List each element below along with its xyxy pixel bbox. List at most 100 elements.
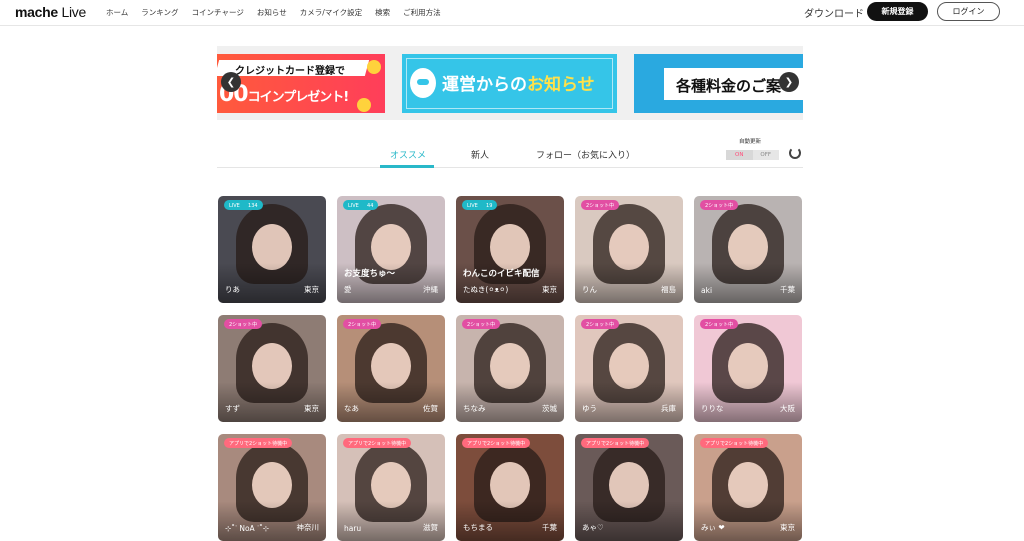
performer-card[interactable]: 2ショット中 なあ 佐賀 xyxy=(337,315,445,422)
performer-card[interactable]: アプリで2ショット待機中 ⊹˚ᐝ NoA ᐝ˚⊹ 神奈川 xyxy=(218,434,326,541)
feed-tabs: オススメ 新人 フォロー（お気に入り） 自動更新 ON OFF xyxy=(217,139,803,168)
performer-card[interactable]: LIVE 19 わんこのイビキ配信 たぬき(⚪︎ᴥ⚪︎) 東京 xyxy=(456,196,564,303)
status-badge: LIVE 19 xyxy=(462,200,498,210)
chevron-left-icon: ❮ xyxy=(226,76,236,88)
card-gradient xyxy=(694,263,802,303)
performer-area: 千葉 xyxy=(542,523,557,532)
nav-news[interactable]: お知らせ xyxy=(257,7,287,18)
banner-credit-card[interactable]: クレジットカード登録で 00コインプレゼント! xyxy=(217,54,385,113)
performer-area: 千葉 xyxy=(780,285,795,294)
nav-coin-charge[interactable]: コインチャージ xyxy=(192,7,244,18)
card-gradient xyxy=(218,263,326,303)
banner-news-b: お知らせ xyxy=(527,75,595,95)
performer-name: ゆう xyxy=(582,404,597,413)
download-link[interactable]: ダウンロード xyxy=(804,5,864,20)
performer-name: あゃ♡ xyxy=(582,523,604,532)
performer-card[interactable]: LIVE 44 お支度ちゅ〜愛 沖縄 xyxy=(337,196,445,303)
status-badge: アプリで2ショット待機中 xyxy=(224,438,293,448)
stream-title: お支度ちゅ〜 xyxy=(344,269,396,279)
banner-pricing[interactable]: 各種料金のご案 xyxy=(634,54,803,113)
carousel-prev-button[interactable]: ❮ xyxy=(221,72,241,92)
performer-area: 東京 xyxy=(304,404,319,413)
auto-refresh-toggle[interactable]: ON OFF xyxy=(726,150,779,160)
performer-area: 佐賀 xyxy=(423,404,438,413)
coin-icon xyxy=(367,60,381,74)
status-badge: 2ショット中 xyxy=(581,319,620,329)
card-gradient xyxy=(218,501,326,541)
performer-name: りん xyxy=(582,285,597,294)
refresh-icon[interactable] xyxy=(789,147,801,159)
performer-name: haru xyxy=(344,524,362,533)
status-badge: 2ショット中 xyxy=(343,319,382,329)
tab-follow[interactable]: フォロー（お気に入り） xyxy=(536,148,635,161)
performer-area: 福島 xyxy=(661,285,676,294)
card-gradient xyxy=(337,382,445,422)
status-badge: 2ショット中 xyxy=(700,200,739,210)
banner-coin-present: コインプレゼント! xyxy=(247,90,350,105)
card-gradient xyxy=(456,382,564,422)
toggle-on[interactable]: ON xyxy=(726,150,753,160)
login-button[interactable]: ログイン xyxy=(937,2,1000,21)
status-badge: アプリで2ショット待機中 xyxy=(581,438,650,448)
performer-name: りあ xyxy=(225,285,240,294)
status-badge: アプリで2ショット待機中 xyxy=(462,438,531,448)
chevron-right-icon: ❯ xyxy=(784,76,794,88)
performer-name: すず xyxy=(225,404,240,413)
active-tab-indicator xyxy=(380,165,434,168)
logo-sub: Live xyxy=(61,4,86,20)
banner-news[interactable]: 運営からのお知らせ xyxy=(402,54,617,113)
performer-card[interactable]: アプリで2ショット待機中 haru 滋賀 xyxy=(337,434,445,541)
performer-area: 滋賀 xyxy=(423,523,438,532)
main-nav: ホーム ランキング コインチャージ お知らせ カメラ/マイク設定 検索 ご利用方… xyxy=(106,7,454,18)
coin-icon xyxy=(357,98,371,112)
card-gradient xyxy=(456,501,564,541)
carousel-next-button[interactable]: ❯ xyxy=(779,72,799,92)
signup-button[interactable]: 新規登録 xyxy=(867,2,928,21)
nav-how-to-use[interactable]: ご利用方法 xyxy=(403,7,441,18)
performer-area: 東京 xyxy=(542,285,557,294)
performer-name: ⊹˚ᐝ NoA ᐝ˚⊹ xyxy=(225,524,270,533)
tab-recommend[interactable]: オススメ xyxy=(390,148,426,161)
nav-search[interactable]: 検索 xyxy=(375,7,390,18)
status-badge: アプリで2ショット待機中 xyxy=(343,438,412,448)
performer-card[interactable]: 2ショット中 ゆう 兵庫 xyxy=(575,315,683,422)
logo[interactable]: mache Live xyxy=(15,4,86,20)
performer-card[interactable]: 2ショット中 すず 東京 xyxy=(218,315,326,422)
toggle-off[interactable]: OFF xyxy=(752,150,779,160)
card-gradient xyxy=(694,501,802,541)
auto-refresh-label: 自動更新 xyxy=(739,139,762,145)
performer-card[interactable]: 2ショット中 りりな 大阪 xyxy=(694,315,802,422)
performer-area: 大阪 xyxy=(780,404,795,413)
status-badge: 2ショット中 xyxy=(700,319,739,329)
status-badge: 2ショット中 xyxy=(224,319,263,329)
performer-card[interactable]: アプリで2ショット待機中 もちまる 千葉 xyxy=(456,434,564,541)
performer-area: 東京 xyxy=(780,523,795,532)
nav-camera-settings[interactable]: カメラ/マイク設定 xyxy=(300,7,362,18)
nav-ranking[interactable]: ランキング xyxy=(141,7,178,18)
performer-name: たぬき(⚪︎ᴥ⚪︎) xyxy=(463,285,509,294)
performer-card[interactable]: アプリで2ショット待機中 みぃ ❤ 東京 xyxy=(694,434,802,541)
nav-home[interactable]: ホーム xyxy=(106,7,128,18)
performer-card[interactable]: 2ショット中 aki 千葉 xyxy=(694,196,802,303)
stream-title: わんこのイビキ配信 xyxy=(463,269,540,279)
banner-pricing-text: 各種料金のご案 xyxy=(676,77,782,95)
performer-name: なあ xyxy=(344,404,359,413)
performer-name: もちまる xyxy=(463,523,493,532)
banner-carousel: クレジットカード登録で 00コインプレゼント! 運営からのお知らせ 各種料金のご… xyxy=(217,46,803,120)
performer-card[interactable]: アプリで2ショット待機中 あゃ♡ xyxy=(575,434,683,541)
banner-news-a: 運営からの xyxy=(442,75,527,95)
status-badge: LIVE 44 xyxy=(343,200,379,210)
card-gradient xyxy=(694,382,802,422)
top-header: mache Live ホーム ランキング コインチャージ お知らせ カメラ/マイ… xyxy=(0,0,1024,26)
banner-credit-text: クレジットカード登録で xyxy=(235,66,345,77)
performer-name: みぃ ❤ xyxy=(701,523,725,532)
card-gradient xyxy=(575,263,683,303)
performer-card[interactable]: LIVE 134 りあ 東京 xyxy=(218,196,326,303)
card-gradient xyxy=(218,382,326,422)
card-gradient xyxy=(575,382,683,422)
card-gradient xyxy=(337,501,445,541)
tab-new[interactable]: 新人 xyxy=(471,148,489,161)
performer-card[interactable]: 2ショット中 りん 福島 xyxy=(575,196,683,303)
performer-area: 兵庫 xyxy=(661,404,676,413)
performer-card[interactable]: 2ショット中 ちなみ 茨城 xyxy=(456,315,564,422)
